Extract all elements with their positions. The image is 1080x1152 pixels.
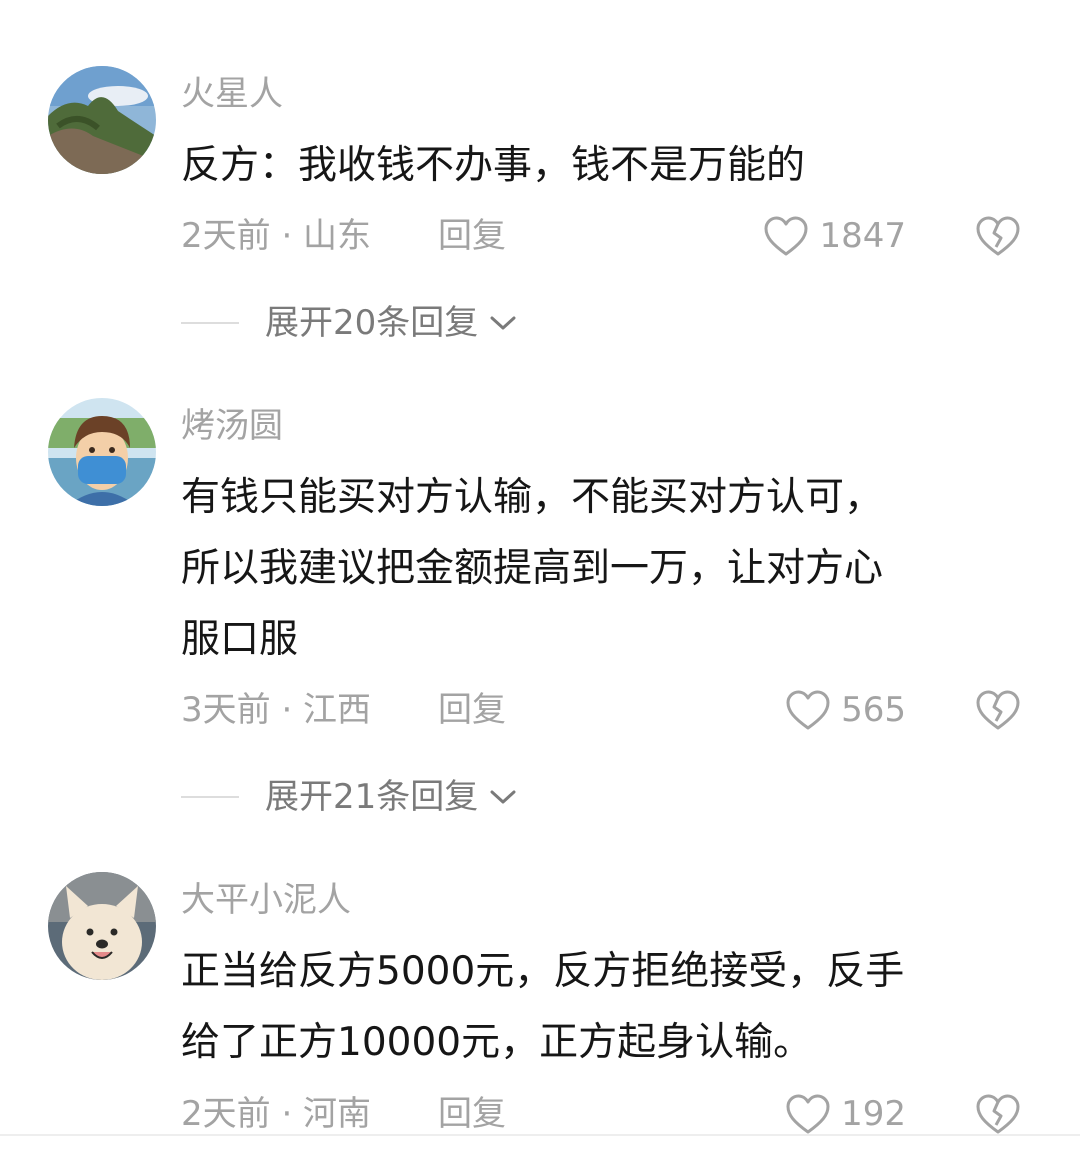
comment-text-line: 有钱只能买对方认输，不能买对方认可，: [181, 475, 884, 520]
avatar[interactable]: [48, 872, 156, 980]
expand-replies-label: 展开20条回复: [265, 303, 479, 343]
avatar[interactable]: [48, 398, 156, 506]
avatar-masked-boy-image: [48, 398, 156, 506]
heart-outline-icon: [786, 1094, 830, 1134]
comment-text-line: 所以我建议把金额提高到一万，让对方心: [181, 546, 884, 591]
dislike-button[interactable]: [975, 688, 1021, 732]
username[interactable]: 火星人: [181, 74, 283, 114]
username[interactable]: 大平小泥人: [181, 880, 351, 920]
comment-text-line: 正当给反方5000元，反方拒绝接受，反手: [181, 949, 905, 994]
dislike-button[interactable]: [975, 1092, 1021, 1136]
expand-replies-button[interactable]: 展开21条回复: [181, 775, 518, 819]
comment-text: 反方：我收钱不办事，钱不是万能的: [181, 130, 1021, 201]
expand-divider: [181, 796, 239, 798]
reply-button[interactable]: 回复: [438, 1092, 506, 1136]
like-button[interactable]: 1847: [763, 214, 906, 258]
like-count: 1847: [819, 216, 906, 256]
avatar-dog-image: [48, 872, 156, 980]
bottom-divider: [0, 1134, 1080, 1136]
like-count: 565: [841, 690, 906, 730]
comment-text: 有钱只能买对方认输，不能买对方认可， 所以我建议把金额提高到一万，让对方心 服口…: [181, 462, 1021, 675]
like-button[interactable]: 565: [785, 688, 906, 732]
like-count: 192: [841, 1094, 906, 1134]
broken-heart-icon: [976, 1094, 1020, 1134]
heart-outline-icon: [786, 690, 830, 730]
comment-text-line: 服口服: [181, 617, 299, 662]
comment-text: 正当给反方5000元，反方拒绝接受，反手 给了正方10000元，正方起身认输。: [181, 936, 1021, 1078]
expand-replies-button[interactable]: 展开20条回复: [181, 301, 518, 345]
chevron-down-icon: [490, 790, 516, 804]
comment-meta: 2天前 · 河南: [181, 1094, 372, 1134]
dislike-button[interactable]: [975, 214, 1021, 258]
avatar[interactable]: [48, 66, 156, 174]
comment-meta: 3天前 · 江西: [181, 690, 372, 730]
avatar-landscape-image: [48, 66, 156, 174]
reply-button[interactable]: 回复: [438, 214, 506, 258]
broken-heart-icon: [976, 216, 1020, 256]
comment-text-line: 给了正方10000元，正方起身认输。: [181, 1020, 813, 1065]
heart-outline-icon: [764, 216, 808, 256]
expand-divider: [181, 322, 239, 324]
comment-text-line: 反方：我收钱不办事，钱不是万能的: [181, 143, 806, 188]
broken-heart-icon: [976, 690, 1020, 730]
comment-meta: 2天前 · 山东: [181, 216, 372, 256]
chevron-down-icon: [490, 316, 516, 330]
reply-button[interactable]: 回复: [438, 688, 506, 732]
expand-replies-label: 展开21条回复: [265, 777, 479, 817]
username[interactable]: 烤汤圆: [181, 406, 283, 446]
like-button[interactable]: 192: [785, 1092, 906, 1136]
